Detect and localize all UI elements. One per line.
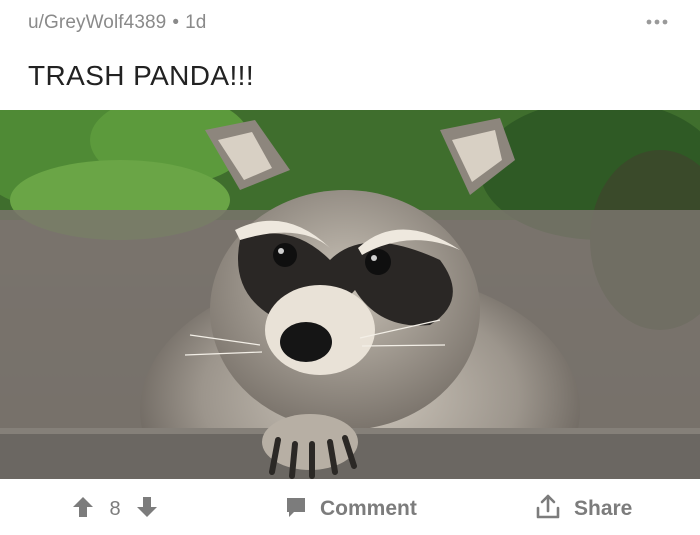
- post-meta: u/GreyWolf4389 • 1d: [28, 12, 206, 34]
- post-title[interactable]: TRASH PANDA!!!: [28, 60, 254, 92]
- share-button[interactable]: Share: [534, 493, 633, 526]
- upvote-arrow-icon: [72, 496, 94, 523]
- share-label: Share: [574, 497, 633, 520]
- comment-bubble-icon: [284, 495, 308, 524]
- comment-button[interactable]: Comment: [284, 495, 417, 523]
- post-image[interactable]: [0, 110, 700, 479]
- meta-separator: •: [172, 12, 180, 33]
- vote-group: 8: [70, 496, 160, 523]
- share-upload-icon: [534, 493, 562, 526]
- more-options-button[interactable]: [642, 12, 672, 32]
- more-options-icon: [645, 18, 669, 26]
- upvote-button[interactable]: [70, 496, 96, 523]
- vote-score: 8: [109, 497, 121, 520]
- post-card: u/GreyWolf4389 • 1d TRASH PANDA!!! 8 Com…: [0, 0, 700, 535]
- comment-label: Comment: [320, 497, 417, 520]
- author-link[interactable]: u/GreyWolf4389: [28, 12, 166, 33]
- action-bar: 8 Comment Share: [0, 479, 700, 535]
- post-header: u/GreyWolf4389 • 1d: [0, 0, 700, 48]
- raccoon-photo: [0, 110, 700, 479]
- downvote-button[interactable]: [134, 496, 160, 523]
- post-age: 1d: [185, 12, 207, 33]
- downvote-arrow-icon: [136, 496, 158, 523]
